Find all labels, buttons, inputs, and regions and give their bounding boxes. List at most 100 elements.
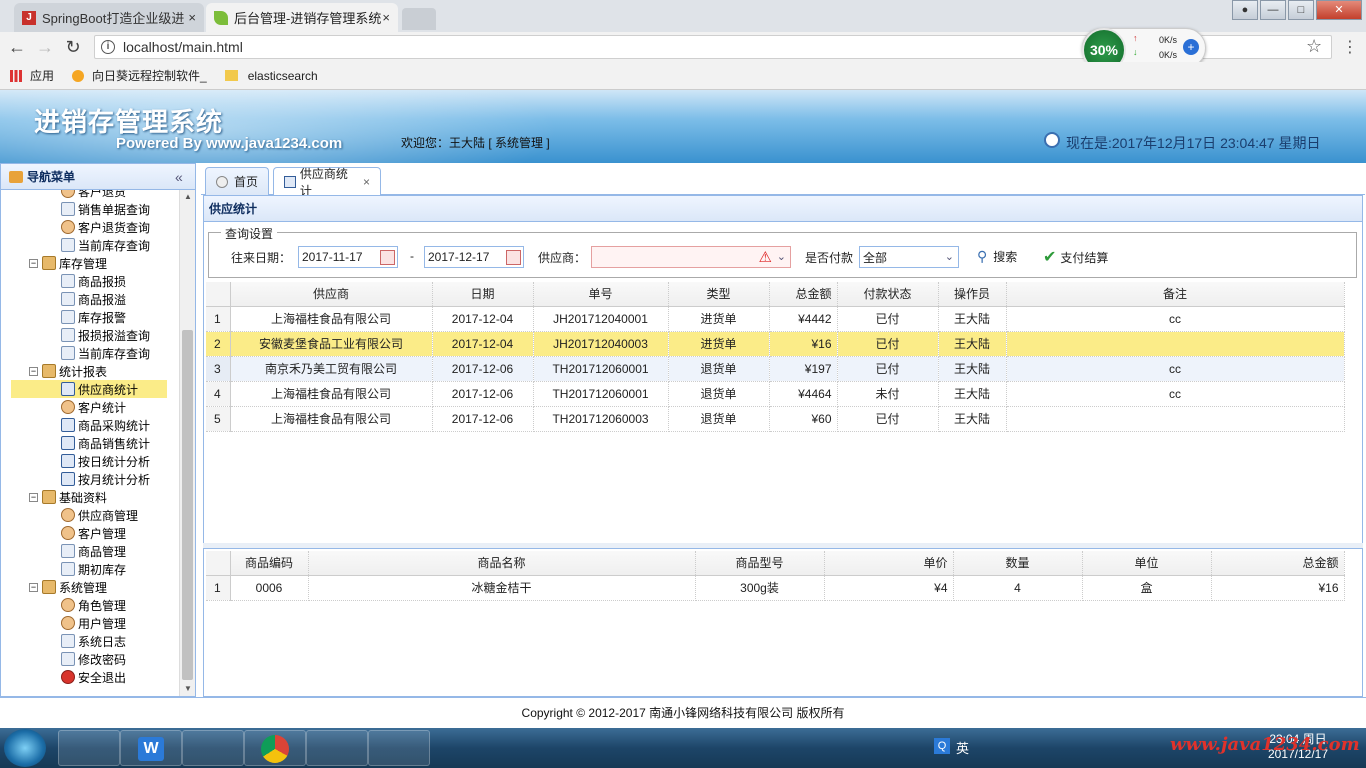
nav-item[interactable]: 商品报溢 (11, 290, 126, 308)
column-header[interactable]: 商品型号 (695, 551, 825, 576)
table-row[interactable]: 3 南京禾乃美工贸有限公司 2017-12-06 TH201712060001 退货单 ¥… (206, 356, 1345, 382)
nav-item[interactable]: 库存报警 (11, 308, 126, 326)
input-method-icon[interactable]: Q (934, 738, 950, 754)
new-tab-button[interactable] (402, 8, 436, 30)
calendar-icon[interactable] (506, 250, 521, 265)
scroll-down-icon[interactable]: ▼ (184, 684, 192, 693)
scroll-up-icon[interactable]: ▲ (184, 192, 192, 201)
browser-tab-admin[interactable]: 后台管理-进销存管理系统 × (206, 3, 398, 32)
bookmark-sunlogin[interactable]: 向日葵远程控制软件_ (72, 67, 207, 84)
scroll-thumb[interactable] (182, 330, 193, 680)
close-icon[interactable]: × (363, 175, 370, 189)
tab-supplier-stats[interactable]: 供应商统计 × (273, 167, 381, 198)
tab-home[interactable]: 首页 (205, 167, 269, 195)
nav-item[interactable]: 供应商管理 (11, 506, 138, 524)
nav-item[interactable]: 客户退货查询 (11, 218, 150, 236)
nav-item[interactable]: 供应商统计 (11, 380, 167, 398)
back-icon[interactable]: ← (6, 37, 28, 58)
collapse-toggle-icon[interactable]: − (29, 492, 38, 502)
nav-item[interactable]: − 系统管理 (29, 578, 107, 596)
nav-item[interactable]: 期初库存 (11, 560, 126, 578)
forward-icon[interactable]: → (34, 37, 56, 58)
taskbar-app-notepad[interactable] (368, 730, 430, 766)
table-row[interactable]: 2 安徽麦堡食品工业有限公司 2017-12-04 JH201712040003 进货单… (206, 331, 1345, 357)
nav-item[interactable]: 客户退货 (11, 190, 126, 200)
column-header[interactable]: 操作员 (938, 282, 1007, 307)
taskbar-app-chrome[interactable] (244, 730, 306, 766)
nav-item[interactable]: 商品销售统计 (11, 434, 150, 452)
nav-item[interactable]: 安全退出 (11, 668, 126, 686)
collapse-toggle-icon[interactable]: − (29, 258, 38, 268)
taskbar-app-wps[interactable]: W (120, 730, 182, 766)
collapse-left-icon[interactable]: « (175, 169, 183, 185)
menu-icon[interactable]: ⋮ (1342, 37, 1358, 57)
date-from-input[interactable]: 2017-11-17 (298, 246, 398, 268)
column-header[interactable]: 单价 (824, 551, 954, 576)
close-icon[interactable]: × (382, 10, 390, 25)
column-header[interactable]: 备注 (1006, 282, 1345, 307)
table-row[interactable]: 4 上海福桂食品有限公司 2017-12-06 TH201712060001 退货单 ¥4… (206, 381, 1345, 407)
user-icon[interactable]: ● (1232, 0, 1258, 20)
nav-item[interactable]: 客户统计 (11, 398, 126, 416)
paid-select[interactable]: 全部 ⌄ (859, 246, 959, 268)
nav-item[interactable]: 客户管理 (11, 524, 126, 542)
table-row[interactable]: 1 0006 冰糖金桔干 300g装 ¥4 4 盒 ¥16 (206, 575, 1345, 601)
taskbar-app-mysql[interactable] (306, 730, 368, 766)
window-close-icon[interactable]: ✕ (1316, 0, 1362, 20)
maximize-icon[interactable]: □ (1288, 0, 1314, 20)
nav-item[interactable]: 按日统计分析 (11, 452, 150, 470)
pay-settle-button[interactable]: ✔ 支付结算 (1043, 247, 1108, 267)
ime-language[interactable]: 英 (956, 738, 969, 757)
nav-item[interactable]: 商品管理 (11, 542, 126, 560)
column-header[interactable]: 单位 (1082, 551, 1212, 576)
minimize-icon[interactable]: — (1260, 0, 1286, 20)
info-icon[interactable]: i (101, 40, 115, 54)
collapse-toggle-icon[interactable]: − (29, 582, 38, 592)
nav-item[interactable]: 商品报损 (11, 272, 126, 290)
table-row[interactable]: 1 上海福桂食品有限公司 2017-12-04 JH201712040001 进货单 ¥4… (206, 306, 1345, 332)
column-header[interactable]: 付款状态 (837, 282, 939, 307)
nav-item[interactable]: − 基础资料 (29, 488, 107, 506)
nav-item[interactable]: 角色管理 (11, 596, 126, 614)
nav-item[interactable]: 按月统计分析 (11, 470, 150, 488)
taskbar-app-1[interactable] (58, 730, 120, 766)
column-header[interactable] (206, 282, 231, 307)
browser-tab-springboot[interactable]: J SpringBoot打造企业级进 × (14, 3, 204, 32)
taskbar-app-eclipse[interactable] (182, 730, 244, 766)
nav-item[interactable]: − 库存管理 (29, 254, 107, 272)
column-header[interactable]: 总金额 (1211, 551, 1345, 576)
nav-item[interactable]: 销售单据查询 (11, 200, 150, 218)
column-header[interactable]: 单号 (533, 282, 669, 307)
collapse-toggle-icon[interactable]: − (29, 366, 38, 376)
column-header[interactable]: 总金额 (769, 282, 838, 307)
column-header[interactable]: 类型 (668, 282, 770, 307)
start-button[interactable] (4, 729, 46, 767)
search-button[interactable]: ⚲ 搜索 (977, 248, 1017, 265)
column-header[interactable] (206, 551, 231, 576)
nav-item[interactable]: − 统计报表 (29, 362, 107, 380)
plus-icon[interactable]: + (1183, 39, 1199, 55)
column-header[interactable]: 日期 (432, 282, 534, 307)
close-icon[interactable]: × (188, 10, 196, 25)
nav-scrollbar[interactable]: ▲ ▼ (179, 190, 195, 696)
bookmark-star-icon[interactable]: ☆ (1306, 36, 1322, 57)
nav-item[interactable]: 当前库存查询 (11, 236, 150, 254)
reload-icon[interactable]: ↻ (62, 37, 84, 58)
chevron-down-icon[interactable]: ⌄ (945, 250, 954, 263)
calendar-icon[interactable] (380, 250, 395, 265)
nav-item[interactable]: 修改密码 (11, 650, 126, 668)
column-header[interactable]: 商品编码 (230, 551, 309, 576)
nav-item[interactable]: 系统日志 (11, 632, 126, 650)
column-header[interactable]: 数量 (953, 551, 1083, 576)
nav-item[interactable]: 报损报溢查询 (11, 326, 150, 344)
nav-item[interactable]: 用户管理 (11, 614, 126, 632)
date-to-input[interactable]: 2017-12-17 (424, 246, 524, 268)
nav-item[interactable]: 当前库存查询 (11, 344, 150, 362)
column-header[interactable]: 商品名称 (308, 551, 696, 576)
bookmark-apps[interactable]: 应用 (10, 67, 54, 84)
supplier-combobox[interactable]: ⚠ ⌄ (591, 246, 791, 268)
column-header[interactable]: 供应商 (230, 282, 433, 307)
table-row[interactable]: 5 上海福桂食品有限公司 2017-12-06 TH201712060003 退货单 ¥6… (206, 406, 1345, 432)
bookmark-elasticsearch[interactable]: elasticsearch (224, 69, 318, 83)
nav-item[interactable]: 商品采购统计 (11, 416, 150, 434)
